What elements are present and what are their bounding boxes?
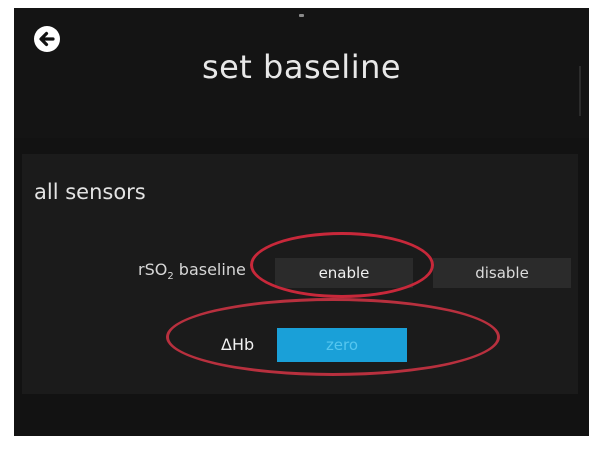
app-window: set baseline all sensors rSO2 baseline e… [14,8,589,436]
page-title: set baseline [201,48,402,86]
section-title: all sensors [34,180,146,204]
disable-button[interactable]: disable [433,258,571,288]
delta-hb-label: ΔHb [221,335,255,354]
header: set baseline [14,8,589,138]
scrollbar[interactable] [579,66,581,116]
status-dot [299,14,304,17]
enable-button[interactable]: enable [275,258,413,288]
rso2-baseline-label: rSO2 baseline [138,260,246,283]
zero-button[interactable]: zero [277,328,407,362]
settings-panel: all sensors rSO2 baseline enable disable… [22,154,578,394]
